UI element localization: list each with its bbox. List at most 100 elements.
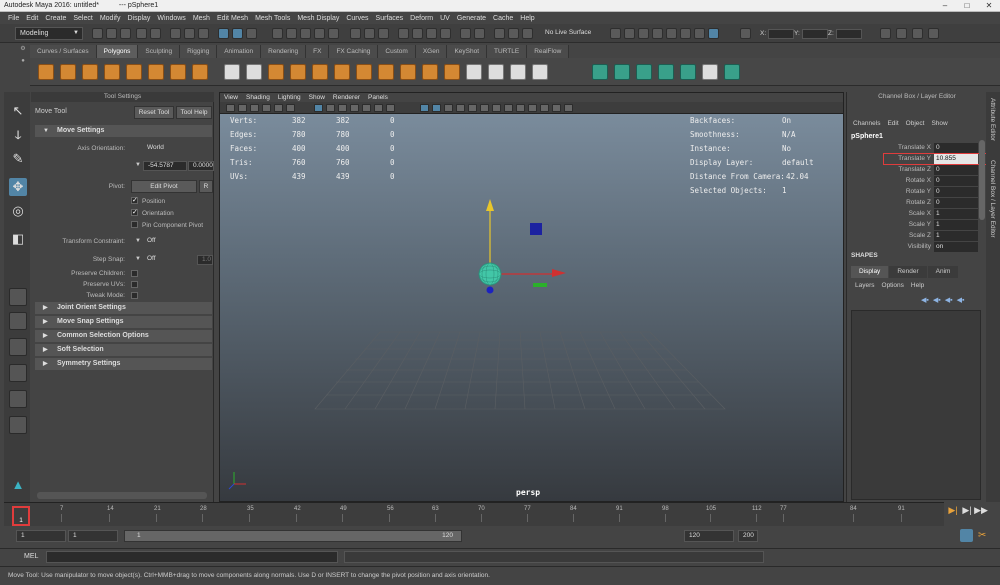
poly-cone-icon[interactable]	[104, 64, 120, 80]
magnet-icon[interactable]	[494, 28, 505, 39]
isolate-select-icon[interactable]	[528, 104, 537, 112]
open-scene-icon[interactable]	[106, 28, 117, 39]
close-button[interactable]: ✕	[978, 0, 1000, 12]
make-live-icon[interactable]	[508, 28, 519, 39]
axis-orientation-select[interactable]: World	[143, 144, 211, 154]
shelf-tab-fx[interactable]: FX	[306, 45, 330, 58]
object-menu[interactable]: Object	[906, 120, 925, 127]
xray-components-icon[interactable]	[564, 104, 573, 112]
move-tool-icon[interactable]: ✥	[9, 178, 27, 196]
menu-mesh[interactable]: Mesh	[193, 15, 210, 22]
image-plane-icon[interactable]	[262, 104, 271, 112]
multi-cut-icon[interactable]	[400, 64, 416, 80]
menu-create[interactable]: Create	[45, 15, 66, 22]
shelf-tab-keyshot[interactable]: KeyShot	[447, 45, 488, 58]
layers-menu[interactable]: Layers	[855, 282, 875, 289]
hypershade-icon[interactable]	[460, 28, 471, 39]
x-field[interactable]	[768, 29, 794, 39]
snap-view-icon[interactable]	[314, 28, 325, 39]
options-menu[interactable]: Options	[882, 282, 904, 289]
menu-uv[interactable]: UV	[440, 15, 450, 22]
menu-mesh-tools[interactable]: Mesh Tools	[255, 15, 290, 22]
playback-start-field[interactable]: 1	[68, 530, 118, 542]
layout-two-stack-icon[interactable]	[9, 364, 27, 382]
channel-box-scrollbar[interactable]	[979, 140, 985, 220]
mel-input[interactable]	[46, 551, 338, 563]
bevel-icon[interactable]	[378, 64, 394, 80]
snap-curve-icon[interactable]	[286, 28, 297, 39]
xray-icon[interactable]	[666, 28, 677, 39]
lighting-icon[interactable]	[694, 28, 705, 39]
isolate-select-icon[interactable]	[610, 28, 621, 39]
layout-four-icon[interactable]	[9, 312, 27, 330]
smooth-shade-icon[interactable]	[432, 104, 441, 112]
section-common-selection-options[interactable]: ▶ Common Selection Options	[35, 330, 212, 342]
automatic-map-icon[interactable]	[658, 64, 674, 80]
auto-key-icon[interactable]	[960, 529, 973, 542]
safe-action-icon[interactable]	[374, 104, 383, 112]
shelf-tab-xgen[interactable]: XGen	[415, 45, 448, 58]
plane-handle-icon[interactable]	[530, 223, 542, 235]
x-arrow-icon[interactable]	[552, 269, 566, 277]
reset-pivot-button[interactable]: R	[199, 180, 213, 193]
section-move-snap-settings[interactable]: ▶ Move Snap Settings	[35, 316, 212, 328]
preserve-children-checkbox[interactable]	[131, 270, 138, 277]
animation-start-field[interactable]: 1	[16, 530, 66, 542]
grid-icon[interactable]	[314, 104, 323, 112]
snap-point-icon[interactable]	[300, 28, 311, 39]
edge-loop-icon[interactable]	[488, 64, 504, 80]
sphere-object[interactable]	[478, 262, 502, 286]
render-view-icon[interactable]	[398, 28, 409, 39]
resolution-gate-icon[interactable]	[338, 104, 347, 112]
rotate-tool-icon[interactable]: ◎	[9, 202, 27, 220]
camera-attributes-icon[interactable]	[238, 104, 247, 112]
section-move-settings[interactable]: ▼ Move Settings	[35, 125, 212, 137]
preserve-uvs-checkbox[interactable]	[131, 281, 138, 288]
shelf-tab-animation[interactable]: Animation	[217, 45, 262, 58]
new-layer-selected-icon[interactable]: ◀▪	[957, 296, 965, 304]
minimize-button[interactable]: –	[934, 0, 956, 12]
show-menu[interactable]: Show	[931, 120, 947, 127]
snap-surface-icon[interactable]	[328, 28, 339, 39]
menu-help[interactable]: Help	[520, 15, 534, 22]
attr-translate-z-value[interactable]: 0	[934, 165, 978, 175]
section-symmetry-settings[interactable]: ▶ Symmetry Settings	[35, 358, 212, 370]
input-ops-icon[interactable]	[364, 28, 375, 39]
new-scene-icon[interactable]	[92, 28, 103, 39]
go-to-end-icon[interactable]: ▶▶	[974, 505, 988, 516]
field-chart-icon[interactable]	[362, 104, 371, 112]
shadows-icon[interactable]	[480, 104, 489, 112]
time-slider[interactable]: 1 7 14 21 28 35 42 49 56 63 70 77 84 91 …	[4, 502, 944, 526]
shelf-tab-rendering[interactable]: Rendering	[261, 45, 307, 58]
combine-icon[interactable]	[224, 64, 240, 80]
menu-select[interactable]: Select	[73, 15, 92, 22]
attr-scale-y-value[interactable]: 1	[934, 220, 978, 230]
planar-map-icon[interactable]	[592, 64, 608, 80]
play-forward-icon[interactable]: ▶|	[946, 505, 960, 516]
smooth-icon[interactable]	[312, 64, 328, 80]
mel-label[interactable]: MEL	[24, 553, 38, 560]
selection-mask-icon[interactable]	[218, 28, 229, 39]
menu-surfaces[interactable]: Surfaces	[376, 15, 404, 22]
channel-box-tab[interactable]: Channel Box / Layer Editor	[989, 160, 996, 238]
y-field[interactable]	[802, 29, 828, 39]
render-frame-icon[interactable]	[412, 28, 423, 39]
axis-value-field-2[interactable]: 0.0000	[188, 161, 214, 171]
attr-scale-z-value[interactable]: 1	[934, 231, 978, 241]
maximize-button[interactable]: □	[956, 0, 978, 12]
quad-draw-icon[interactable]	[466, 64, 482, 80]
connect-icon[interactable]	[444, 64, 460, 80]
select-object-icon[interactable]	[184, 28, 195, 39]
shelf-tab-custom[interactable]: Custom	[378, 45, 416, 58]
use-all-lights-icon[interactable]	[468, 104, 477, 112]
separate-icon[interactable]	[246, 64, 262, 80]
menu-modify[interactable]: Modify	[100, 15, 121, 22]
poly-cylinder-icon[interactable]	[82, 64, 98, 80]
safe-title-icon[interactable]	[386, 104, 395, 112]
attr-translate-x-value[interactable]: 0	[934, 143, 978, 153]
extract-icon[interactable]	[268, 64, 284, 80]
texture-icon[interactable]	[680, 28, 691, 39]
snap-grid-icon[interactable]	[272, 28, 283, 39]
position-checkbox[interactable]: ✓	[131, 197, 138, 204]
axis-value-field-1[interactable]: -54.5787	[143, 161, 187, 171]
